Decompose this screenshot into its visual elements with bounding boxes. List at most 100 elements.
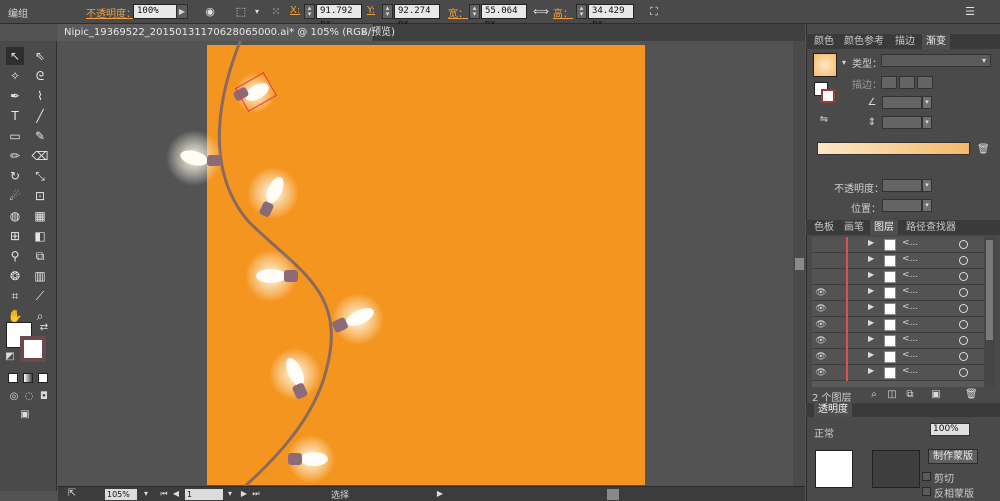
layer-row[interactable]: ▶ <...	[812, 253, 984, 269]
symbol-sprayer-tool-icon[interactable]: ❂	[6, 267, 24, 285]
transparency-opacity-input[interactable]: 100%	[930, 423, 970, 436]
expand-triangle-icon[interactable]: ▶	[868, 334, 874, 343]
trash-icon[interactable]: 🗑	[977, 144, 990, 156]
layer-name[interactable]: <...	[902, 238, 918, 248]
target-circle-icon[interactable]	[959, 272, 968, 281]
mask-thumbnail[interactable]	[872, 450, 920, 488]
swap-fill-stroke-icon[interactable]: ⇄	[38, 322, 50, 334]
layer-row[interactable]: 👁 ▶ <...	[812, 365, 984, 381]
close-icon[interactable]: ×	[360, 24, 368, 41]
layer-name[interactable]: <...	[902, 302, 918, 312]
gradient-mode-icon[interactable]	[23, 373, 33, 383]
eyedropper-tool-icon[interactable]: ⚲	[6, 247, 24, 265]
opacity-label[interactable]: 不透明度：	[86, 5, 136, 20]
clipping-mask-icon[interactable]: ◫	[886, 389, 898, 401]
opacity-input[interactable]: 100%	[133, 4, 177, 19]
gradient-aspect-input[interactable]	[882, 116, 922, 129]
layer-name[interactable]: <...	[902, 270, 918, 280]
width-label[interactable]: 宽：	[448, 5, 468, 20]
stroke-within-button[interactable]	[881, 76, 897, 89]
layer-row[interactable]: ▶ <...	[812, 237, 984, 253]
tab-stroke[interactable]: 描边	[891, 34, 919, 49]
artboard-tool-icon[interactable]: ⌗	[6, 287, 24, 305]
layer-name[interactable]: <...	[902, 254, 918, 264]
tab-layers[interactable]: 图层	[870, 220, 898, 235]
make-mask-button[interactable]: 制作蒙版	[928, 449, 978, 464]
layer-row[interactable]: 👁 ▶ <...	[812, 349, 984, 365]
panel-menu-icon[interactable]: ☰	[962, 4, 978, 20]
layer-row[interactable]: 👁 ▶ <...	[812, 285, 984, 301]
expand-triangle-icon[interactable]: ▶	[868, 318, 874, 327]
pencil-tool-icon[interactable]: ✏	[6, 147, 24, 165]
align-icon[interactable]: ⬚	[233, 4, 249, 20]
layer-row[interactable]: 👁 ▶ <...	[812, 317, 984, 333]
target-circle-icon[interactable]	[959, 288, 968, 297]
gradient-aspect-dropdown[interactable]: ▾	[922, 116, 932, 129]
none-mode-icon[interactable]	[38, 373, 48, 383]
layer-name[interactable]: <...	[902, 286, 918, 296]
rotate-tool-icon[interactable]: ↻	[6, 167, 24, 185]
first-artboard-icon[interactable]: ⏮	[158, 488, 170, 500]
magic-wand-tool-icon[interactable]: ✧	[6, 67, 24, 85]
document-tab[interactable]: Nipic_19369522_20150131170628065000.ai* …	[58, 24, 395, 41]
zoom-dropdown-icon[interactable]: ▾	[140, 488, 152, 500]
stroke-along-button[interactable]	[899, 76, 915, 89]
gradient-thumbnail-dropdown-icon[interactable]: ▾	[838, 57, 850, 69]
expand-triangle-icon[interactable]: ▶	[868, 366, 874, 375]
layer-name[interactable]: <...	[902, 366, 918, 376]
eye-icon[interactable]: 👁	[814, 350, 828, 364]
gradient-tool-icon[interactable]: ◧	[31, 227, 49, 245]
visibility-toggle[interactable]	[814, 254, 828, 268]
share-icon[interactable]: ⇱	[66, 488, 78, 500]
gradient-thumbnail[interactable]	[813, 53, 837, 77]
line-tool-icon[interactable]: ╱	[31, 107, 49, 125]
clip-checkbox[interactable]	[922, 472, 931, 481]
tab-color[interactable]: 颜色	[810, 34, 838, 49]
free-transform-tool-icon[interactable]: ⊡	[31, 187, 49, 205]
graph-tool-icon[interactable]: ▥	[31, 267, 49, 285]
last-artboard-icon[interactable]: ⏭	[250, 488, 262, 500]
gradient-opacity-input[interactable]	[882, 179, 922, 192]
visibility-toggle[interactable]	[814, 270, 828, 284]
gradient-slider[interactable]	[817, 142, 970, 155]
draw-inside-icon[interactable]: ◘	[38, 391, 50, 403]
link-icon[interactable]: ⟺	[533, 4, 549, 20]
target-circle-icon[interactable]	[959, 320, 968, 329]
eye-icon[interactable]: 👁	[814, 286, 828, 300]
layer-row[interactable]: ▶ <...	[812, 269, 984, 285]
layer-row[interactable]: 👁 ▶ <...	[812, 333, 984, 349]
expand-triangle-icon[interactable]: ▶	[868, 350, 874, 359]
height-input[interactable]: 34.429 px	[588, 4, 634, 29]
target-circle-icon[interactable]	[959, 304, 968, 313]
eraser-tool-icon[interactable]: ⌫	[31, 147, 49, 165]
gradient-position-dropdown[interactable]: ▾	[922, 199, 932, 212]
gradient-position-input[interactable]	[882, 199, 922, 212]
layers-scroll-thumb[interactable]	[986, 240, 993, 340]
draw-normal-icon[interactable]: ◎	[8, 391, 20, 403]
curvature-tool-icon[interactable]: ⌇	[31, 87, 49, 105]
opacity-dropdown-button[interactable]: ▶	[176, 4, 188, 19]
rectangle-tool-icon[interactable]: ▭	[6, 127, 24, 145]
warp-tool-icon[interactable]: ☄	[6, 187, 24, 205]
scale-tool-icon[interactable]: ⤡	[31, 167, 49, 185]
slice-tool-icon[interactable]: ⟋	[31, 287, 49, 305]
tab-pathfinder[interactable]: 路径查找器	[902, 220, 960, 235]
y-input[interactable]: 92.274 px	[394, 4, 440, 29]
recolor-icon[interactable]: ◉	[202, 4, 218, 20]
string-lights-artwork[interactable]	[58, 41, 793, 486]
zoom-input[interactable]: 105%	[105, 489, 137, 500]
eye-icon[interactable]: 👁	[814, 318, 828, 332]
tab-transparency[interactable]: 透明度	[814, 403, 852, 417]
new-layer-icon[interactable]: ▣	[930, 389, 942, 401]
target-circle-icon[interactable]	[959, 240, 968, 249]
x-input[interactable]: 91.792 px	[316, 4, 362, 29]
target-circle-icon[interactable]	[959, 336, 968, 345]
gradient-stroke-swatch[interactable]	[821, 89, 835, 103]
new-sublayer-icon[interactable]: ⧉	[904, 389, 916, 401]
x-stepper[interactable]: ▴ ▾	[304, 4, 315, 19]
shape-builder-tool-icon[interactable]: ◍	[6, 207, 24, 225]
eye-icon[interactable]: 👁	[814, 302, 828, 316]
direct-selection-tool-icon[interactable]: ⇖	[31, 47, 49, 65]
previous-artboard-icon[interactable]: ◀	[170, 488, 182, 500]
horizontal-scroll-thumb[interactable]	[607, 489, 619, 500]
